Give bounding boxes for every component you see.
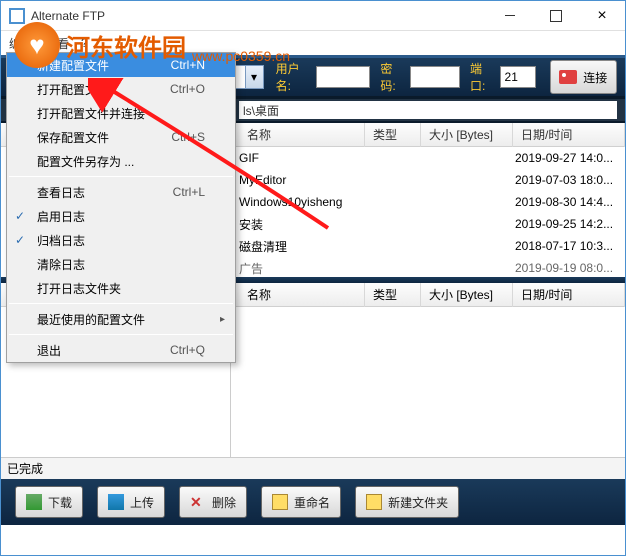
menu-save-profile[interactable]: 保存配置文件Ctrl+S <box>7 125 235 149</box>
menu-new-profile[interactable]: 新建配置文件Ctrl+N <box>7 53 235 77</box>
menu-separator <box>9 176 233 177</box>
menu-separator <box>9 303 233 304</box>
menu-view-log[interactable]: 查看日志Ctrl+L <box>7 180 235 204</box>
connect-icon <box>559 70 577 84</box>
menu-exit[interactable]: 退出Ctrl+Q <box>7 338 235 362</box>
password-input[interactable] <box>410 66 460 88</box>
col-date[interactable]: 日期/时间 <box>513 123 625 147</box>
port-input[interactable] <box>500 66 536 88</box>
delete-icon <box>190 494 206 510</box>
col-size[interactable]: 大小 [Bytes] <box>421 283 513 307</box>
user-label: 用户名: <box>276 60 313 94</box>
username-input[interactable] <box>316 66 370 88</box>
col-name[interactable]: 名称 <box>239 283 365 307</box>
menu-clear-log[interactable]: 清除日志 <box>7 252 235 276</box>
menu-save-as[interactable]: 配置文件另存为 ... <box>7 149 235 173</box>
menu-recent[interactable]: 最近使用的配置文件 <box>7 307 235 331</box>
port-label: 端口: <box>470 60 496 94</box>
connect-label: 连接 <box>583 69 607 86</box>
download-icon <box>26 494 42 510</box>
menu-view[interactable]: 查看 <box>45 35 69 52</box>
folder-icon <box>366 494 382 510</box>
titlebar[interactable]: Alternate FTP × <box>1 1 625 31</box>
menu-edit[interactable]: 编辑 <box>9 35 33 52</box>
path-text[interactable]: ls\桌面 <box>239 101 617 119</box>
col-type[interactable]: 类型 <box>365 283 421 307</box>
upload-button[interactable]: 上传 <box>97 486 165 518</box>
menu-separator <box>9 334 233 335</box>
rename-icon <box>272 494 288 510</box>
close-button[interactable]: × <box>579 1 625 31</box>
col-type[interactable]: 类型 <box>365 123 421 147</box>
newfolder-button[interactable]: 新建文件夹 <box>355 486 459 518</box>
status-bar: 已完成 <box>1 457 625 479</box>
minimize-button[interactable] <box>487 1 533 31</box>
col-size[interactable]: 大小 [Bytes] <box>421 123 513 147</box>
menu-open-profile[interactable]: 打开配置文件Ctrl+O <box>7 77 235 101</box>
rename-button[interactable]: 重命名 <box>261 486 341 518</box>
menu-open-log-dir[interactable]: 打开日志文件夹 <box>7 276 235 300</box>
menu-help[interactable]: ? <box>81 36 88 50</box>
col-date[interactable]: 日期/时间 <box>513 283 625 307</box>
action-toolbar: 下载 上传 删除 重命名 新建文件夹 <box>1 479 625 525</box>
status-text: 已完成 <box>7 460 43 477</box>
pass-label: 密码: <box>380 60 406 94</box>
window-title: Alternate FTP <box>31 9 487 23</box>
menu-archive-log[interactable]: 归档日志 <box>7 228 235 252</box>
menu-open-connect[interactable]: 打开配置文件并连接 <box>7 101 235 125</box>
remote-file-list[interactable] <box>231 307 625 457</box>
col-name[interactable]: 名称 <box>239 123 365 147</box>
download-button[interactable]: 下载 <box>15 486 83 518</box>
app-icon <box>9 8 25 24</box>
file-menu-dropdown: 新建配置文件Ctrl+N 打开配置文件Ctrl+O 打开配置文件并连接 保存配置… <box>6 52 236 363</box>
delete-button[interactable]: 删除 <box>179 486 247 518</box>
upload-icon <box>108 494 124 510</box>
maximize-button[interactable] <box>533 1 579 31</box>
connect-button[interactable]: 连接 <box>550 60 617 94</box>
chevron-down-icon: ▾ <box>245 66 263 88</box>
menu-enable-log[interactable]: 启用日志 <box>7 204 235 228</box>
